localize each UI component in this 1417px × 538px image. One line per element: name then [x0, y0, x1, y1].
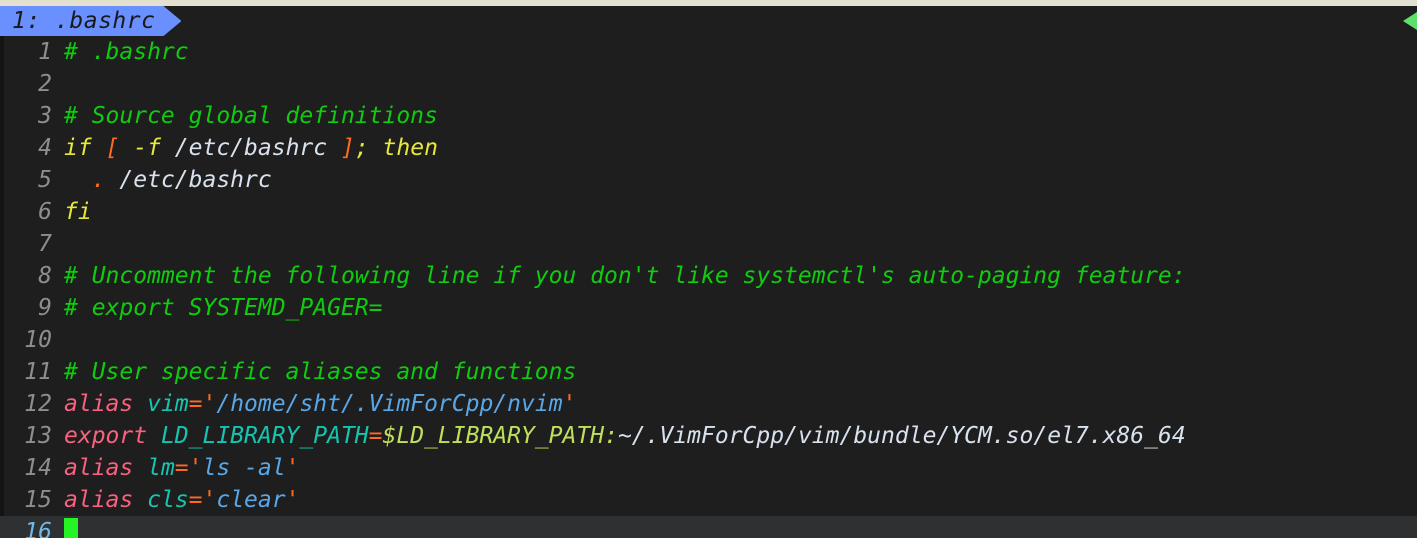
line-number: 16 — [24, 519, 52, 538]
line-number: 7 — [38, 231, 52, 257]
token-path: /etc/bashrc — [105, 167, 272, 193]
line-content — [52, 327, 64, 353]
token-op: ' — [202, 391, 217, 417]
token-var: : — [604, 423, 618, 449]
token-keyword: if — [64, 135, 106, 161]
token-op: = — [368, 423, 383, 449]
token-keyword: -f — [119, 135, 175, 161]
code-line[interactable]: 7 — [0, 228, 1417, 260]
token-path: ~/.VimForCpp/vim/bundle/YCM.so/el7.x86_6… — [617, 423, 1186, 449]
line-number: 10 — [24, 327, 52, 353]
line-number: 14 — [24, 455, 52, 481]
token-op: ' — [285, 487, 300, 513]
editor-buffer[interactable]: 1 # .bashrc 2 3 # Source global definitions 4… — [0, 36, 1417, 538]
code-line[interactable]: 9 # export SYSTEMD_PAGER= — [0, 292, 1417, 324]
token-string: clear — [216, 487, 286, 513]
code-line[interactable]: 16 — [0, 516, 1417, 538]
line-number: 1 — [38, 39, 52, 65]
text-cursor — [64, 518, 78, 538]
token-op: = — [174, 455, 189, 481]
token-cmd: alias — [64, 455, 148, 481]
code-line[interactable]: 4 if [ -f /etc/bashrc ]; then — [0, 132, 1417, 164]
line-content: # Uncomment the following line if you do… — [52, 263, 1186, 289]
line-number: 13 — [24, 423, 52, 449]
line-content: alias lm='ls -al' — [52, 455, 299, 481]
token-op: . — [91, 167, 106, 193]
line-number: 9 — [38, 295, 52, 321]
line-content: alias cls='clear' — [52, 487, 299, 513]
token-ident: LD_LIBRARY_PATH — [160, 423, 369, 449]
token-cmd: export — [64, 423, 161, 449]
token-bracket: ] — [340, 135, 355, 161]
token-string: /home/sht/.VimForCpp/nvim — [216, 391, 563, 417]
line-content: if [ -f /etc/bashrc ]; then — [52, 135, 438, 161]
tab-bashrc[interactable]: 1: .bashrc — [0, 6, 181, 36]
token-keyword — [327, 135, 341, 161]
line-content: # Source global definitions — [52, 103, 438, 129]
tabline: 1: .bashrc — [0, 6, 1417, 36]
token-string: ls -al — [202, 455, 286, 481]
line-number: 8 — [38, 263, 52, 289]
code-line[interactable]: 8 # Uncomment the following line if you d… — [0, 260, 1417, 292]
token-comment: # .bashrc — [64, 39, 189, 65]
line-content: export LD_LIBRARY_PATH=$LD_LIBRARY_PATH:… — [52, 423, 1186, 449]
code-line[interactable]: 13 export LD_LIBRARY_PATH=$LD_LIBRARY_PAT… — [0, 420, 1417, 452]
line-number: 2 — [38, 71, 52, 97]
token-cmd: alias — [64, 391, 148, 417]
code-line[interactable]: 3 # Source global definitions — [0, 100, 1417, 132]
token-op: ' — [285, 455, 300, 481]
line-number: 5 — [38, 167, 52, 193]
line-content — [52, 231, 64, 257]
line-content: # export SYSTEMD_PAGER= — [52, 295, 383, 321]
line-content: fi — [52, 199, 92, 225]
line-content: . /etc/bashrc — [52, 167, 272, 193]
line-number: 3 — [38, 103, 52, 129]
token-bracket: [ — [105, 135, 120, 161]
token-comment: # export SYSTEMD_PAGER= — [64, 295, 383, 321]
token-comment: # User specific aliases and functions — [64, 359, 577, 385]
token-op: ' — [188, 455, 203, 481]
code-line[interactable]: 12 alias vim='/home/sht/.VimForCpp/nvim' — [0, 388, 1417, 420]
code-line[interactable]: 6 fi — [0, 196, 1417, 228]
token-op: ' — [562, 391, 577, 417]
line-content — [52, 71, 64, 97]
vim-editor-window: 1: .bashrc 1 # .bashrc 2 3 # Source global d… — [0, 0, 1417, 538]
token-ident: lm — [147, 455, 175, 481]
token-comment: # Uncomment the following line if you do… — [64, 263, 1186, 289]
code-line[interactable]: 1 # .bashrc — [0, 36, 1417, 68]
code-line[interactable]: 11 # User specific aliases and functions — [0, 356, 1417, 388]
token-keyword: ; then — [354, 135, 438, 161]
token-path: /etc/bashrc — [174, 135, 328, 161]
code-line[interactable]: 2 — [0, 68, 1417, 100]
line-number: 6 — [38, 199, 52, 225]
line-content — [52, 518, 78, 538]
line-number: 12 — [24, 391, 52, 417]
line-content: # .bashrc — [52, 39, 189, 65]
token-var: $LD_LIBRARY_PATH — [382, 423, 605, 449]
code-line[interactable]: 10 — [0, 324, 1417, 356]
line-content: alias vim='/home/sht/.VimForCpp/nvim' — [52, 391, 576, 417]
line-content: # User specific aliases and functions — [52, 359, 576, 385]
triangle-left-icon — [1403, 12, 1417, 30]
token-ident: vim — [147, 391, 189, 417]
line-number: 15 — [24, 487, 52, 513]
line-number: 11 — [24, 359, 52, 385]
code-line[interactable]: 14 alias lm='ls -al' — [0, 452, 1417, 484]
token-ident: cls — [147, 487, 189, 513]
token-op: ' — [202, 487, 217, 513]
token-keyword: fi — [64, 199, 92, 225]
code-lines: 1 # .bashrc 2 3 # Source global definitions 4… — [0, 36, 1417, 538]
code-line[interactable]: 5 . /etc/bashrc — [0, 164, 1417, 196]
line-number: 4 — [38, 135, 52, 161]
code-line[interactable]: 15 alias cls='clear' — [0, 484, 1417, 516]
token-op: = — [188, 487, 203, 513]
token-comment: # Source global definitions — [64, 103, 438, 129]
token-cmd: alias — [64, 487, 148, 513]
tab-label: 1: .bashrc — [12, 8, 156, 34]
token-op: = — [188, 391, 203, 417]
